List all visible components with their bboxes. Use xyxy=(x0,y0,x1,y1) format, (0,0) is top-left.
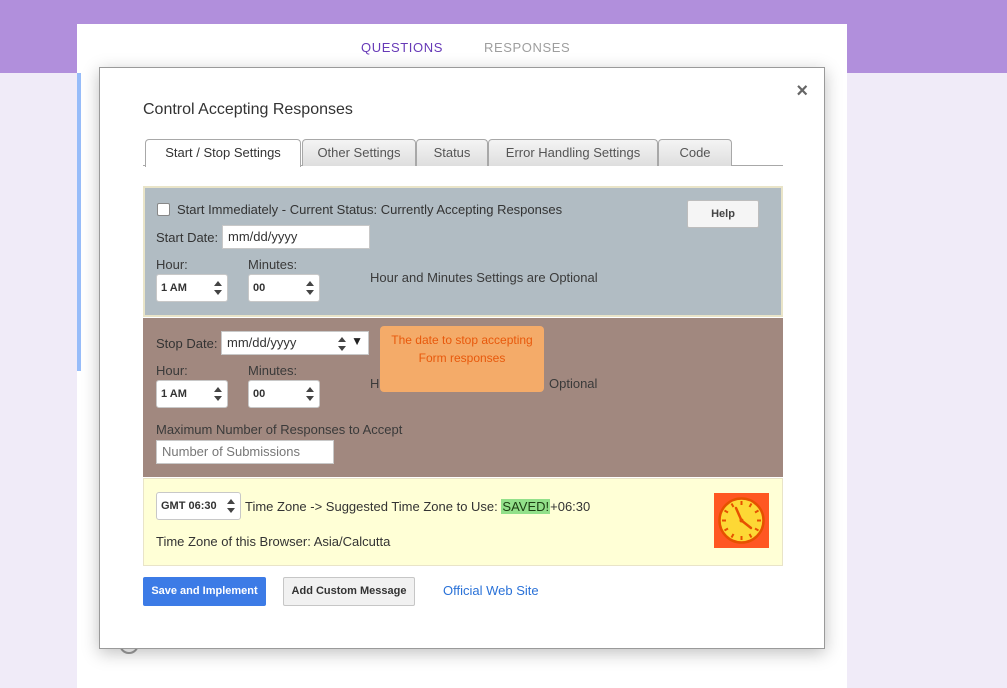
timezone-panel: GMT 06:30 Time Zone -> Suggested Time Zo… xyxy=(143,478,783,566)
stop-date-label: Stop Date: xyxy=(156,336,218,351)
stop-minutes-select[interactable]: 00 xyxy=(248,380,320,408)
tab-questions[interactable]: QUESTIONS xyxy=(361,40,443,55)
dialog-title: Control Accepting Responses xyxy=(143,101,353,118)
tab-other-settings[interactable]: Other Settings xyxy=(302,139,416,166)
saved-badge: SAVED! xyxy=(501,499,551,514)
stop-minutes-label: Minutes: xyxy=(248,363,298,378)
spinner-icon xyxy=(306,280,314,296)
close-icon[interactable]: × xyxy=(796,81,808,101)
tab-start-stop-settings[interactable]: Start / Stop Settings xyxy=(145,139,301,167)
browser-timezone-label: Time Zone of this Browser: Asia/Calcutta xyxy=(156,534,391,549)
stop-settings-panel: Stop Date: mm/dd/yyyy ▼ Hour: Minutes: 1… xyxy=(143,318,783,477)
stop-hour-select[interactable]: 1 AM xyxy=(156,380,228,408)
question-accent-bar xyxy=(77,73,81,371)
start-date-input[interactable]: mm/dd/yyyy xyxy=(222,225,370,249)
start-optional-note: Hour and Minutes Settings are Optional xyxy=(370,270,598,285)
suggested-timezone-prefix: Time Zone -> Suggested Time Zone to Use: xyxy=(245,499,498,514)
stop-minutes-value: 00 xyxy=(253,388,266,400)
clock-icon xyxy=(714,493,769,548)
stop-hour-value: 1 AM xyxy=(161,388,187,400)
tab-error-handling-settings[interactable]: Error Handling Settings xyxy=(488,139,658,166)
stop-date-input[interactable]: mm/dd/yyyy ▼ xyxy=(221,331,369,355)
start-hour-value: 1 AM xyxy=(161,282,187,294)
tab-code[interactable]: Code xyxy=(658,139,732,166)
start-hour-select[interactable]: 1 AM xyxy=(156,274,228,302)
tab-status[interactable]: Status xyxy=(416,139,488,166)
control-responses-dialog: × Control Accepting Responses Start / St… xyxy=(99,67,825,649)
official-website-link[interactable]: Official Web Site xyxy=(443,583,539,598)
start-date-label: Start Date: xyxy=(156,230,219,245)
tab-responses[interactable]: RESPONSES xyxy=(484,40,570,55)
spinner-icon xyxy=(306,386,314,402)
form-tabs: QUESTIONS RESPONSES xyxy=(77,36,847,60)
start-minutes-label: Minutes: xyxy=(248,257,298,272)
spinner-icon xyxy=(214,280,222,296)
stop-optional-note-end: Optional xyxy=(549,376,598,391)
spinner-icon xyxy=(227,498,235,514)
save-and-implement-button[interactable]: Save and Implement xyxy=(143,577,266,606)
start-immediately-label: Start Immediately - Current Status: Curr… xyxy=(177,202,563,217)
stop-hour-label: Hour: xyxy=(156,363,188,378)
date-spinner-icon[interactable] xyxy=(338,336,346,352)
stop-date-value: mm/dd/yyyy xyxy=(227,335,297,350)
suggested-timezone-offset: +06:30 xyxy=(550,499,591,514)
start-hour-label: Hour: xyxy=(156,257,188,272)
max-responses-input[interactable]: Number of Submissions xyxy=(156,440,334,464)
settings-tabs: Start / Stop Settings Other Settings Sta… xyxy=(143,139,783,167)
max-responses-label: Maximum Number of Responses to Accept xyxy=(156,422,403,437)
suggested-timezone-text: Time Zone -> Suggested Time Zone to Use:… xyxy=(245,499,590,514)
spinner-icon xyxy=(214,386,222,402)
start-minutes-value: 00 xyxy=(253,282,266,294)
help-button[interactable]: Help xyxy=(687,200,759,228)
timezone-select[interactable]: GMT 06:30 xyxy=(156,492,241,520)
stop-optional-note-start: H xyxy=(370,376,380,391)
calendar-dropdown-icon[interactable]: ▼ xyxy=(351,334,363,348)
start-immediately-checkbox[interactable] xyxy=(157,203,170,216)
stop-date-tooltip: The date to stop accepting Form response… xyxy=(380,326,544,392)
timezone-select-value: GMT 06:30 xyxy=(161,500,217,512)
start-settings-panel: Start Immediately - Current Status: Curr… xyxy=(143,186,783,317)
start-minutes-select[interactable]: 00 xyxy=(248,274,320,302)
add-custom-message-button[interactable]: Add Custom Message xyxy=(283,577,415,606)
